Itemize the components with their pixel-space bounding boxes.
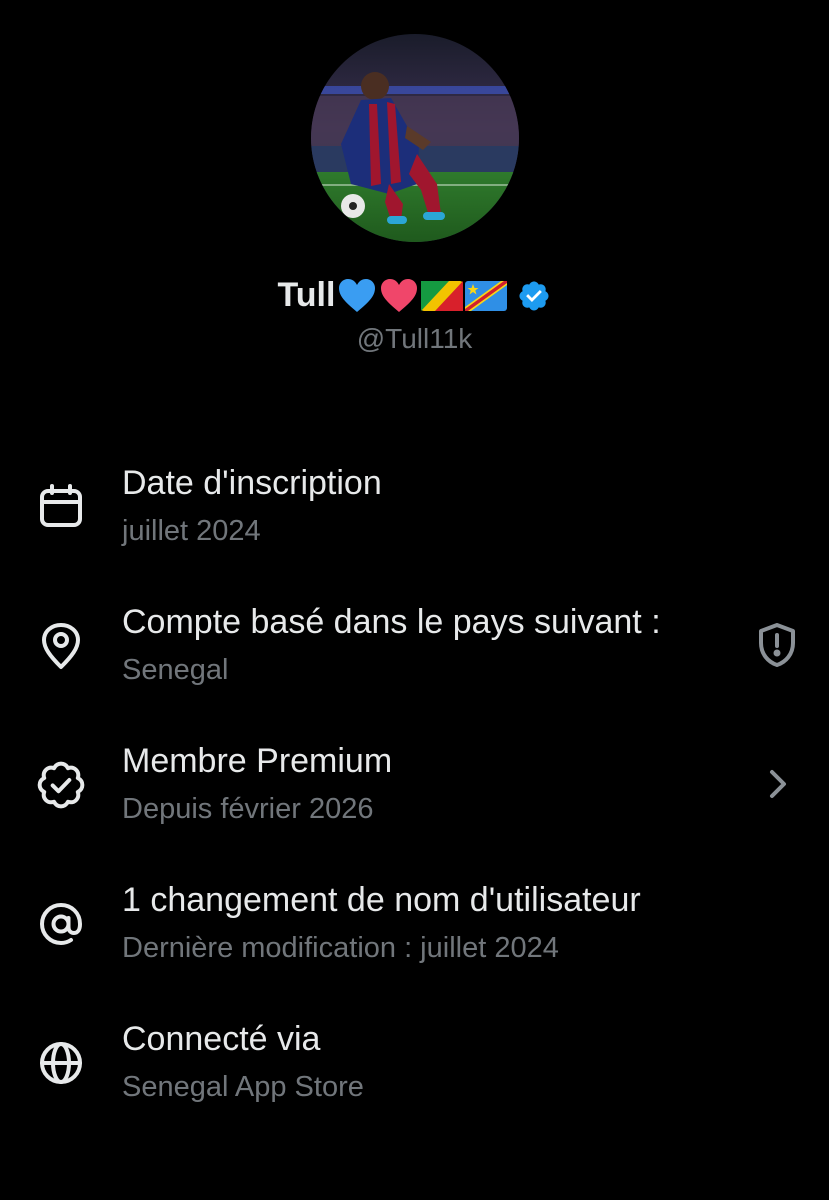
globe-icon: [36, 1038, 86, 1088]
congo-flag-icon: [421, 280, 464, 311]
info-row-join-date: Date d'inscription juillet 2024: [0, 452, 829, 591]
chevron-right-icon[interactable]: [753, 760, 801, 808]
red-heart-icon: [379, 278, 419, 314]
country-label: Compte basé dans le pays suivant :: [122, 603, 661, 641]
profile-avatar[interactable]: [311, 34, 519, 242]
profile-handle: @Tull11k: [356, 323, 473, 354]
info-row-premium[interactable]: Membre Premium Depuis février 2026: [0, 730, 829, 869]
premium-value: Depuis février 2026: [122, 793, 374, 825]
display-name: Tull: [277, 276, 336, 314]
premium-label: Membre Premium: [122, 742, 393, 780]
info-row-country: Compte basé dans le pays suivant : Seneg…: [0, 591, 829, 730]
drc-flag-icon: [465, 280, 508, 311]
connected-via-label: Connecté via: [122, 1020, 321, 1058]
username-changes-value: Dernière modification : juillet 2024: [122, 932, 559, 964]
location-pin-icon: [36, 621, 86, 671]
blue-heart-icon: [337, 278, 377, 314]
shield-alert-icon[interactable]: [753, 621, 801, 669]
account-info-list: Date d'inscription juillet 2024 Compte b…: [0, 452, 829, 1147]
profile-name-row: Tull: [0, 276, 829, 315]
info-row-username-changes: 1 changement de nom d'utilisateur Derniè…: [0, 869, 829, 1008]
username-changes-label: 1 changement de nom d'utilisateur: [122, 881, 641, 919]
verified-badge-outline-icon: [36, 760, 86, 810]
join-date-value: juillet 2024: [122, 515, 261, 547]
at-sign-icon: [36, 899, 86, 949]
country-value: Senegal: [122, 654, 229, 686]
verified-badge-icon[interactable]: [517, 279, 551, 313]
join-date-label: Date d'inscription: [122, 464, 382, 502]
connected-via-value: Senegal App Store: [122, 1071, 364, 1103]
info-row-connected-via: Connecté via Senegal App Store: [0, 1008, 829, 1147]
calendar-icon: [36, 482, 86, 532]
